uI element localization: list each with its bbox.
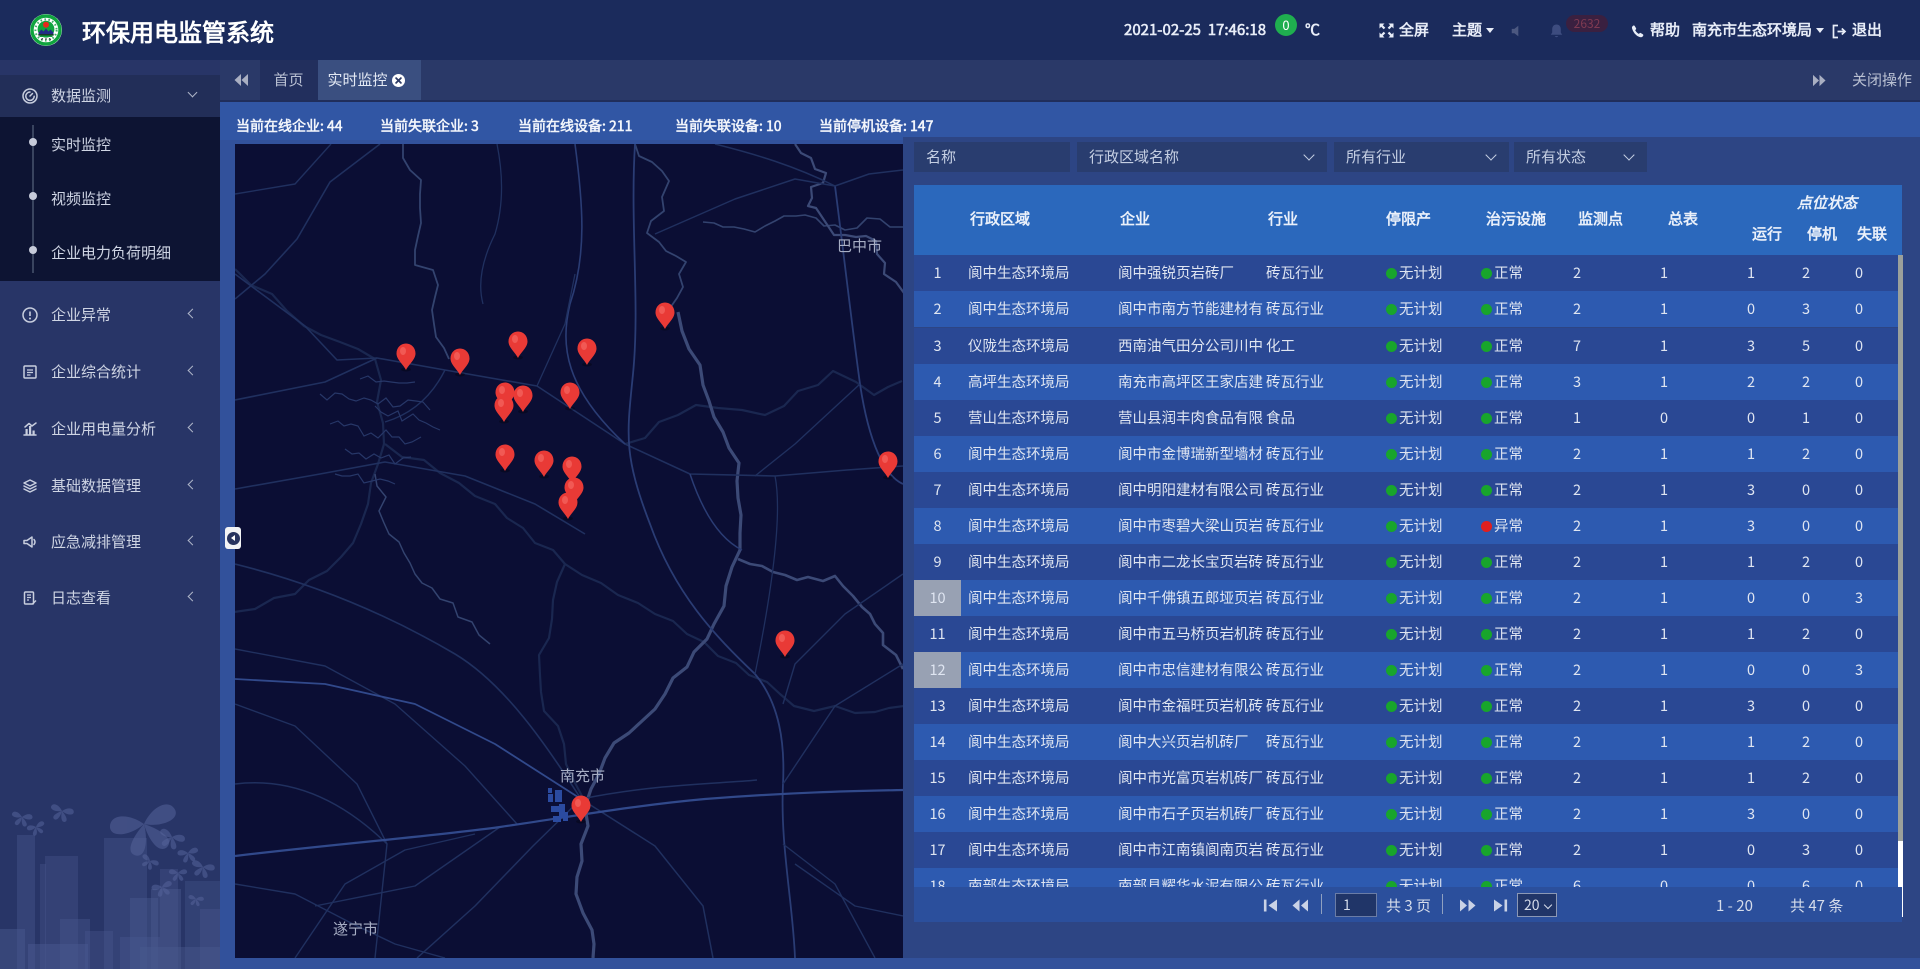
svg-text:遂宁市: 遂宁市 xyxy=(333,918,378,939)
